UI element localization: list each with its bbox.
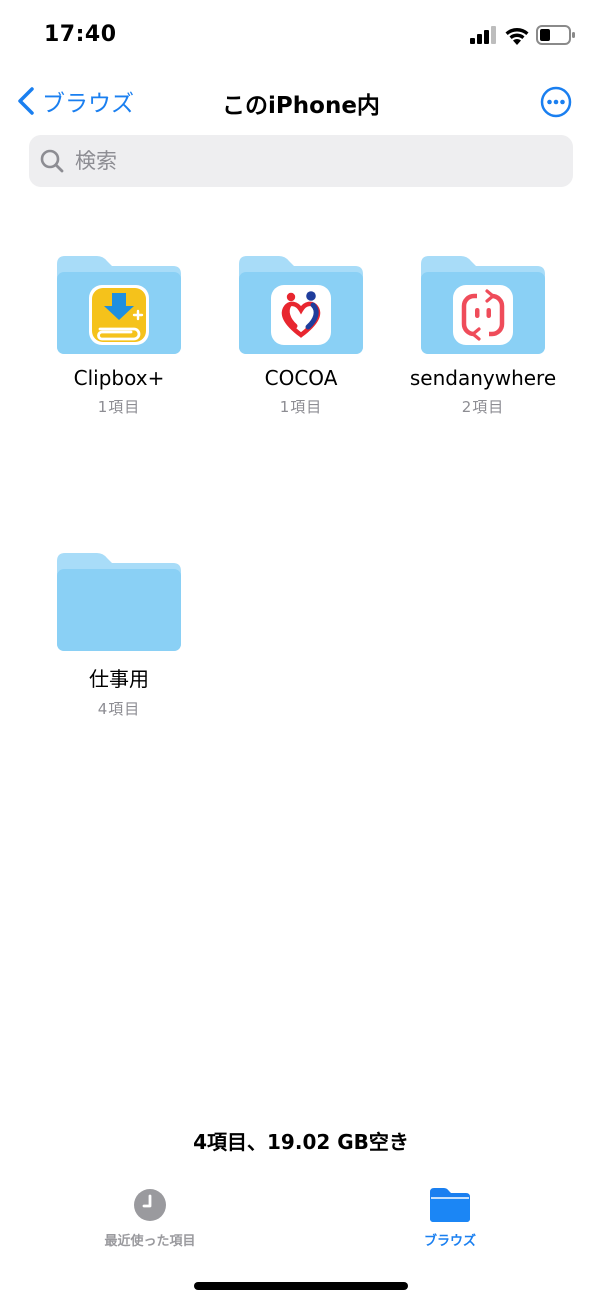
folder-icon — [421, 256, 545, 354]
folder-item-count: 2項目 — [461, 398, 505, 416]
tab-browse[interactable]: ブラウズ — [360, 1188, 540, 1249]
folder-icon — [57, 256, 181, 354]
ellipsis-circle-icon — [540, 86, 572, 118]
folder-item-count: 1項目 — [97, 398, 141, 416]
clock-icon — [134, 1189, 166, 1221]
folder-name: 仕事用 — [89, 667, 149, 691]
folder-cocoa[interactable]: COCOA 1項目 — [216, 256, 386, 417]
files-app-screen: 17:40 ブラウズ このiPhone内 検索 Clipbox+ 1項目 COC… — [0, 0, 602, 1302]
search-input[interactable] — [73, 148, 537, 174]
home-indicator[interactable] — [194, 1282, 408, 1290]
folder-icon — [239, 256, 363, 354]
wifi-icon — [505, 28, 529, 45]
battery-icon — [536, 25, 575, 45]
folder-sendanywhere[interactable]: sendanywhere 2項目 — [398, 256, 568, 417]
cocoa-app-icon — [271, 285, 331, 345]
folder-item-count: 4項目 — [97, 700, 141, 718]
folder-clipbox[interactable]: Clipbox+ 1項目 — [34, 256, 204, 417]
folder-name: sendanywhere — [409, 366, 557, 390]
tab-recents[interactable]: 最近使った項目 — [60, 1188, 240, 1249]
folder-icon — [57, 553, 181, 651]
folder-name: Clipbox+ — [73, 366, 165, 390]
search-bar[interactable] — [29, 135, 573, 187]
page-title: このiPhone内 — [222, 93, 380, 119]
tab-bar: 最近使った項目 ブラウズ — [0, 1188, 602, 1258]
tab-label: 最近使った項目 — [104, 1234, 196, 1249]
folder-icon — [430, 1188, 470, 1222]
search-icon — [40, 149, 64, 173]
tab-label: ブラウズ — [423, 1234, 476, 1249]
sendanywhere-app-icon — [453, 285, 513, 345]
more-options-button[interactable] — [540, 86, 572, 122]
status-time: 17:40 — [44, 22, 117, 47]
folder-item-count: 1項目 — [279, 398, 323, 416]
clipbox-app-icon — [89, 285, 149, 345]
storage-summary: 4項目、19.02 GB空き — [193, 1130, 409, 1154]
folder-name: COCOA — [264, 366, 338, 390]
folder-work[interactable]: 仕事用 4項目 — [34, 553, 204, 719]
cellular-signal-icon — [470, 26, 496, 44]
